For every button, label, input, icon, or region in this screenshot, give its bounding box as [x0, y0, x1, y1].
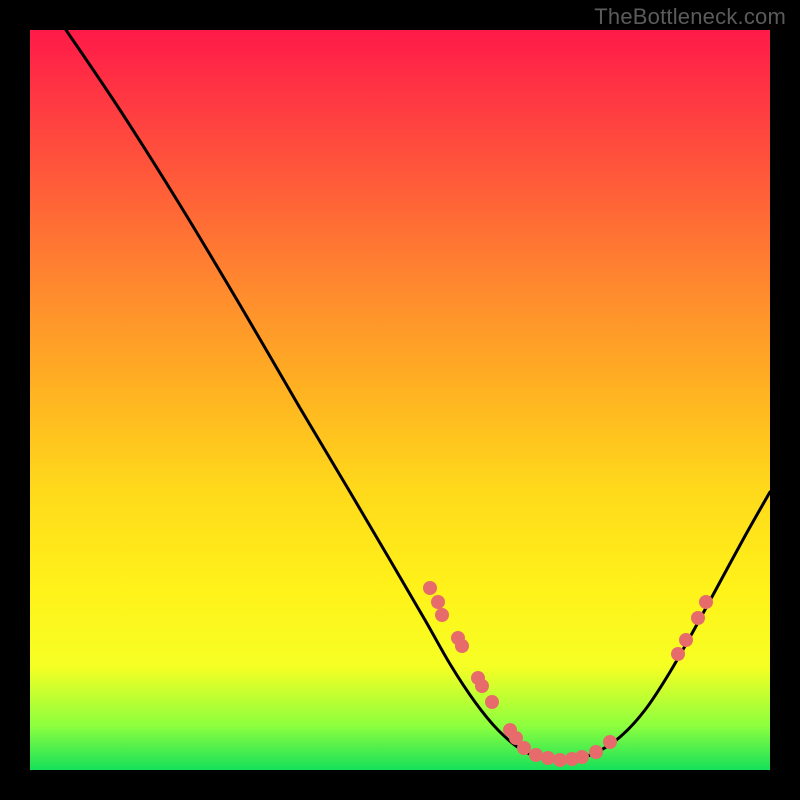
- data-dot: [455, 639, 469, 653]
- data-dot: [529, 748, 543, 762]
- bottleneck-curve: [66, 30, 770, 761]
- data-dot: [423, 581, 437, 595]
- data-dot: [541, 751, 555, 765]
- curve-layer: [30, 30, 770, 770]
- data-dot: [435, 608, 449, 622]
- data-dot: [517, 741, 531, 755]
- chart-frame: TheBottleneck.com: [0, 0, 800, 800]
- data-dot: [699, 595, 713, 609]
- plot-area: [30, 30, 770, 770]
- data-dot: [431, 595, 445, 609]
- data-dot: [575, 750, 589, 764]
- data-dot: [691, 611, 705, 625]
- data-dot: [603, 735, 617, 749]
- data-dot: [485, 695, 499, 709]
- data-dot: [671, 647, 685, 661]
- data-dot: [589, 745, 603, 759]
- watermark-text: TheBottleneck.com: [594, 4, 786, 30]
- data-dot: [553, 753, 567, 767]
- data-dot: [475, 679, 489, 693]
- data-dot: [679, 633, 693, 647]
